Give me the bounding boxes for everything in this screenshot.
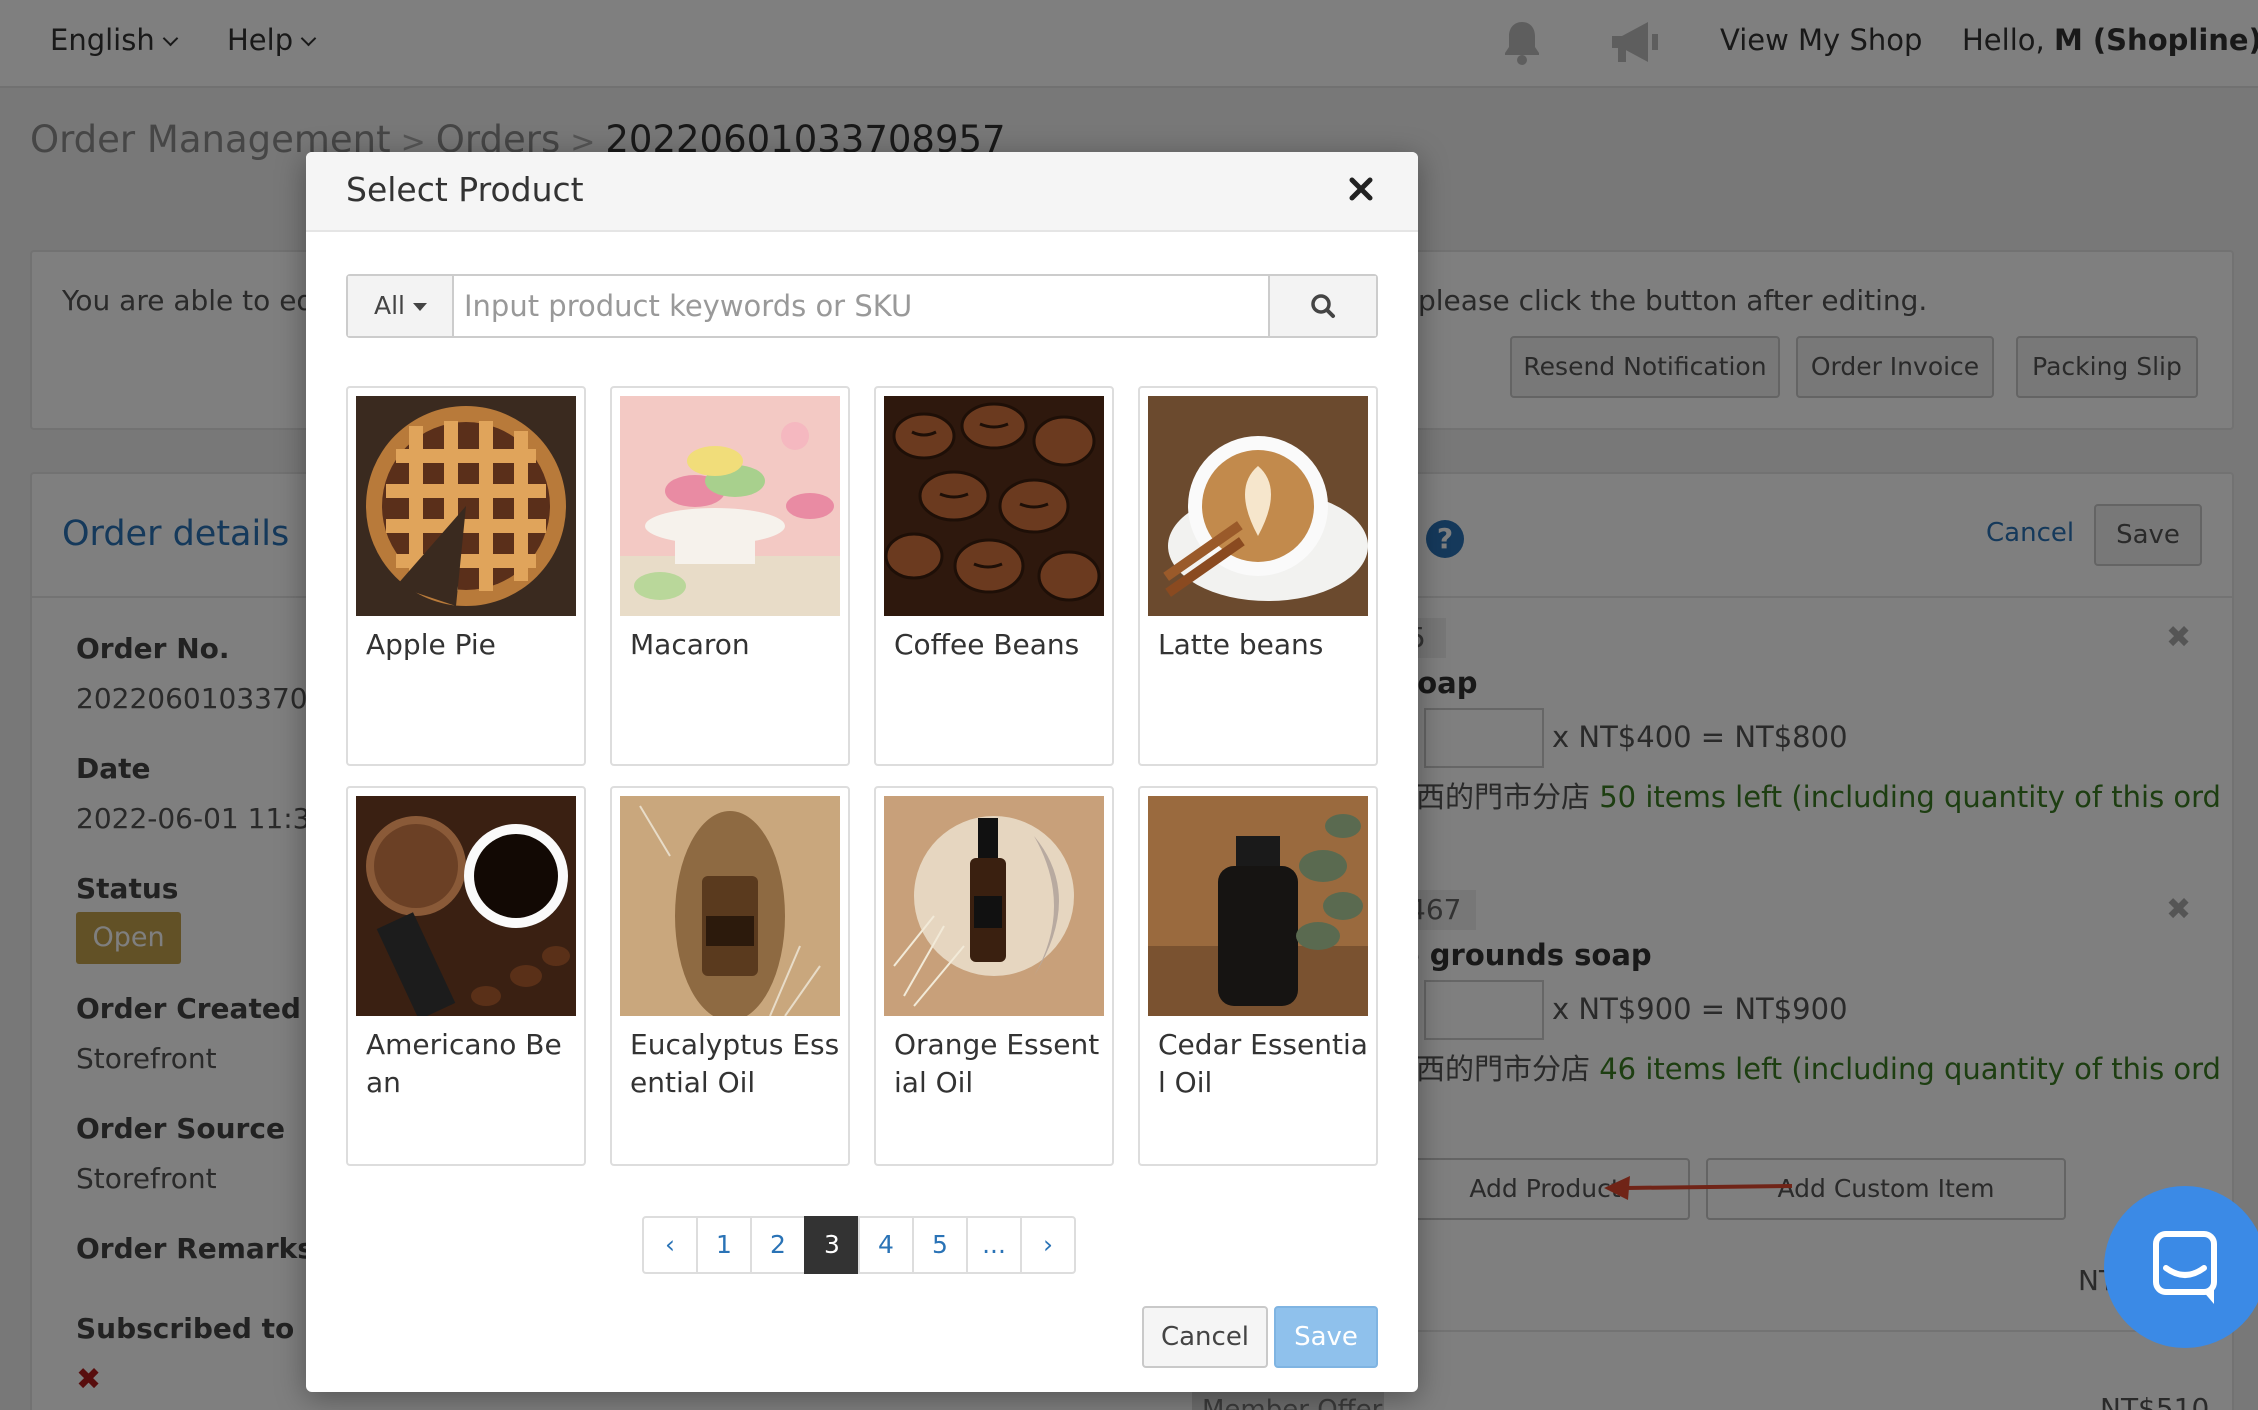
product-name: Cedar Essential Oil (1158, 1028, 1368, 1099)
eucalyptus-oil-image (620, 796, 840, 1016)
product-card-macaron[interactable]: Macaron (610, 386, 850, 766)
pagination-ellipsis[interactable]: ... (966, 1216, 1022, 1274)
close-icon[interactable] (1346, 174, 1376, 204)
modal-title: Select Product (346, 170, 584, 209)
modal-save-button[interactable]: Save (1274, 1306, 1378, 1368)
product-card-latte-beans[interactable]: Latte beans (1138, 386, 1378, 766)
cedar-oil-image (1148, 796, 1368, 1016)
select-product-modal: Select Product All Input product keyword… (306, 152, 1418, 1392)
apple-pie-image (356, 396, 576, 616)
pagination: ‹ 1 2 3 4 5 ... › (642, 1216, 1076, 1274)
product-name: Americano Bean (366, 1028, 562, 1099)
product-name: Eucalyptus Essential Oil (630, 1028, 840, 1099)
product-card-orange-essential-oil[interactable]: Orange Essential Oil (874, 786, 1114, 1166)
product-search-input[interactable] (454, 276, 1268, 336)
product-card-cedar-essential-oil[interactable]: Cedar Essential Oil (1138, 786, 1378, 1166)
modal-cancel-button[interactable]: Cancel (1142, 1306, 1268, 1368)
chat-button[interactable] (2104, 1186, 2258, 1348)
product-name: Macaron (630, 628, 750, 661)
chat-icon (2153, 1231, 2217, 1304)
orange-oil-image (884, 796, 1104, 1016)
coffee-beans-image (884, 396, 1104, 616)
product-name: Orange Essential Oil (894, 1028, 1100, 1099)
search-icon (1311, 294, 1335, 318)
product-name: Latte beans (1158, 628, 1324, 661)
product-card-apple-pie[interactable]: Apple Pie (346, 386, 586, 766)
pagination-prev[interactable]: ‹ (642, 1216, 698, 1274)
search-button[interactable] (1268, 276, 1376, 336)
product-name: Coffee Beans (894, 628, 1080, 661)
pagination-page-4[interactable]: 4 (858, 1216, 914, 1274)
product-search-bar: All (346, 274, 1378, 338)
americano-bean-image (356, 796, 576, 1016)
pagination-page-5[interactable]: 5 (912, 1216, 968, 1274)
latte-beans-image (1148, 396, 1368, 616)
macaron-image (620, 396, 840, 616)
product-card-americano-bean[interactable]: Americano Bean (346, 786, 586, 1166)
pagination-page-2[interactable]: 2 (750, 1216, 806, 1274)
pagination-page-1[interactable]: 1 (696, 1216, 752, 1274)
caret-down-icon (413, 303, 427, 311)
modal-header: Select Product (306, 152, 1418, 232)
pagination-page-3[interactable]: 3 (804, 1216, 860, 1274)
product-name: Apple Pie (366, 628, 496, 661)
filter-label: All (374, 291, 405, 320)
product-card-eucalyptus-essential-oil[interactable]: Eucalyptus Essential Oil (610, 786, 850, 1166)
category-filter-dropdown[interactable]: All (348, 276, 454, 336)
product-card-coffee-beans[interactable]: Coffee Beans (874, 386, 1114, 766)
pagination-next[interactable]: › (1020, 1216, 1076, 1274)
